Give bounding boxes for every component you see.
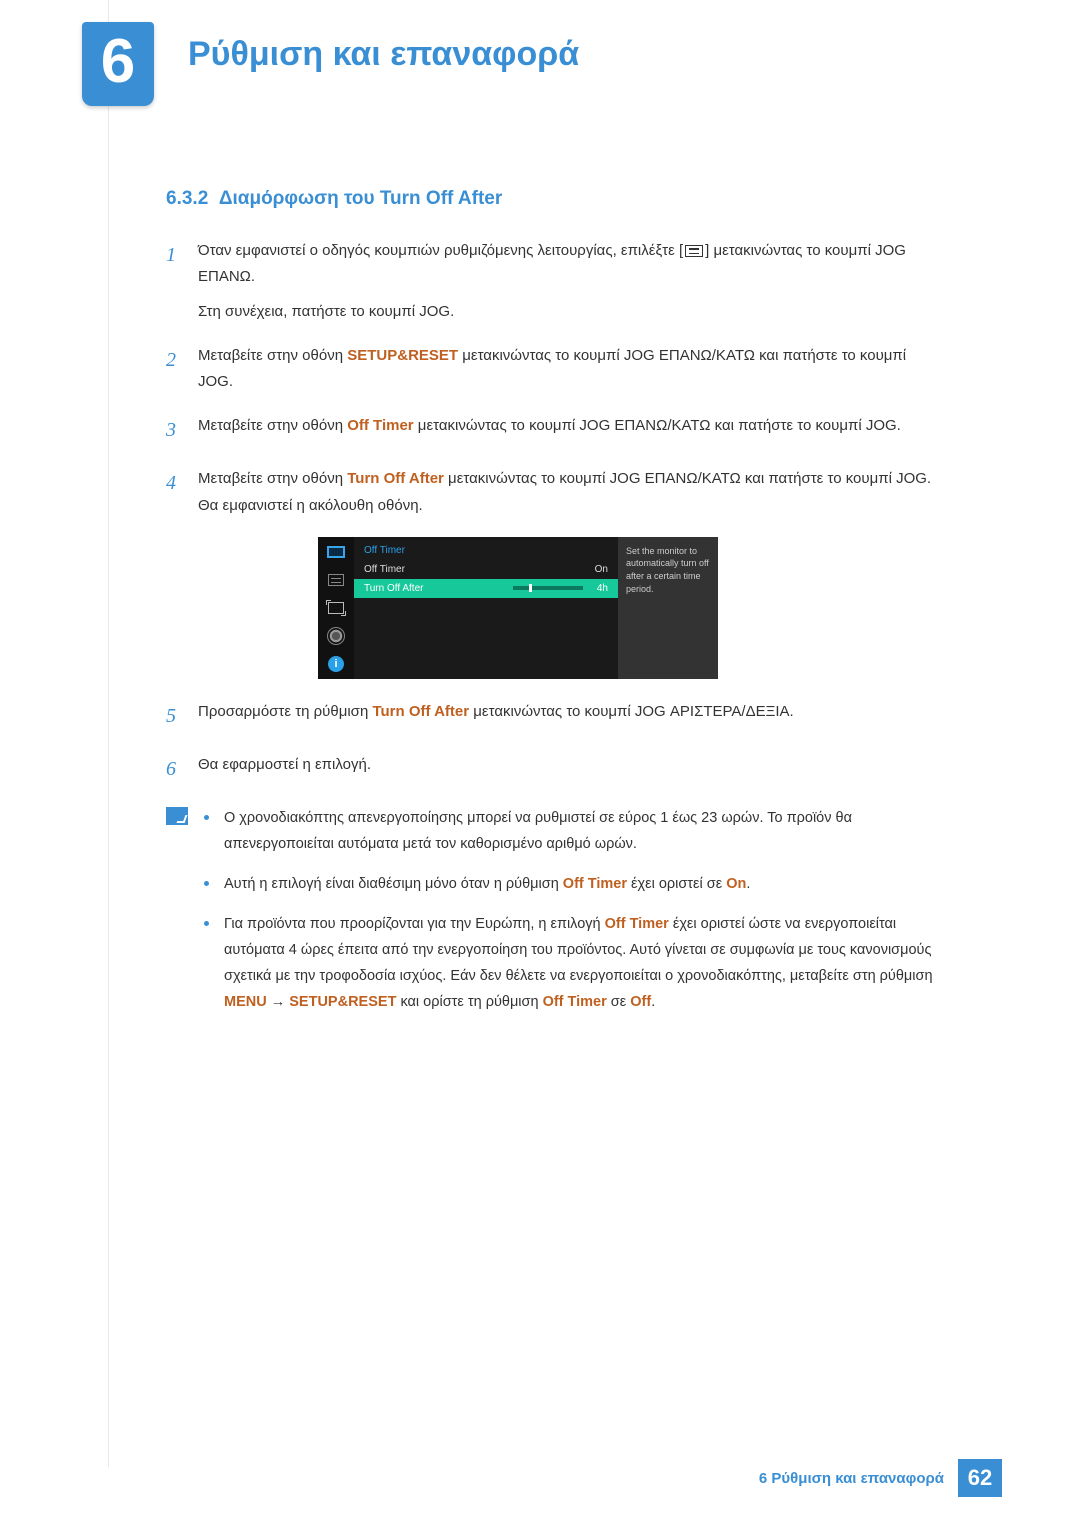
osd-nav-list-icon <box>325 571 347 589</box>
step-2: 2 Μεταβείτε στην οθόνη SETUP&RESET μετακ… <box>166 343 936 396</box>
note-block: Ο χρονοδιακόπτης απενεργοποίησης μπορεί … <box>166 805 936 1030</box>
note-item: Για προϊόντα που προορίζονται για την Ευ… <box>202 911 936 1015</box>
osd-row-value: 4h <box>513 583 608 594</box>
step-body: Θα εφαρμοστεί η επιλογή. <box>198 752 936 787</box>
osd-nav-gear-icon <box>325 627 347 645</box>
note-icon <box>166 807 188 825</box>
osd-preview: i Off Timer Off Timer On Turn Off After … <box>318 537 718 679</box>
chapter-number-badge: 6 <box>82 22 154 106</box>
left-margin-rule <box>108 0 109 1467</box>
note-item: Αυτή η επιλογή είναι διαθέσιμη μόνο όταν… <box>202 871 936 897</box>
osd-menu-title: Off Timer <box>354 541 618 560</box>
osd-nav: i <box>318 537 354 679</box>
note-list: Ο χρονοδιακόπτης απενεργοποίησης μπορεί … <box>202 805 936 1030</box>
step-body: Μεταβείτε στην οθόνη Off Timer μετακινών… <box>198 413 936 448</box>
osd-row-label: Off Timer <box>364 564 405 575</box>
step-number: 1 <box>166 238 198 325</box>
menu-icon <box>685 245 703 257</box>
osd-slider <box>513 586 583 590</box>
page-footer: 6 Ρύθμιση και επαναφορά 62 <box>759 1459 1002 1497</box>
step-number: 3 <box>166 413 198 448</box>
step-body: Προσαρμόστε τη ρύθμιση Turn Off After με… <box>198 699 936 734</box>
osd-main: Off Timer Off Timer On Turn Off After 4h… <box>354 537 718 679</box>
section-number: 6.3.2 <box>166 188 208 209</box>
step-4: 4 Μεταβείτε στην οθόνη Turn Off After με… <box>166 466 936 519</box>
osd-nav-picture-icon <box>325 543 347 561</box>
step-body: Όταν εμφανιστεί ο οδηγός κουμπιών ρυθμιζ… <box>198 238 936 325</box>
osd-nav-size-icon <box>325 599 347 617</box>
step-body: Μεταβείτε στην οθόνη Turn Off After μετα… <box>198 466 936 519</box>
page-number: 62 <box>958 1459 1002 1497</box>
section-heading: 6.3.2 Διαμόρφωση του Turn Off After <box>166 188 936 210</box>
step-5: 5 Προσαρμόστε τη ρύθμιση Turn Off After … <box>166 699 936 734</box>
osd-row-value: On <box>595 564 608 575</box>
content-area: 6.3.2 Διαμόρφωση του Turn Off After 1 Ότ… <box>166 188 936 1029</box>
step-number: 5 <box>166 699 198 734</box>
osd-row-turn-off-after: Turn Off After 4h <box>354 579 618 598</box>
osd-list: Off Timer Off Timer On Turn Off After 4h <box>354 537 618 679</box>
osd-nav-info-icon: i <box>325 655 347 673</box>
step-number: 6 <box>166 752 198 787</box>
step-6: 6 Θα εφαρμοστεί η επιλογή. <box>166 752 936 787</box>
footer-chapter-label: 6 Ρύθμιση και επαναφορά <box>759 1470 944 1487</box>
step-number: 4 <box>166 466 198 519</box>
chapter-title: Ρύθμιση και επαναφορά <box>188 35 579 74</box>
step-1: 1 Όταν εμφανιστεί ο οδηγός κουμπιών ρυθμ… <box>166 238 936 325</box>
osd-row-label: Turn Off After <box>364 583 423 594</box>
osd-help-text: Set the monitor to automatically turn of… <box>618 537 718 679</box>
step-body: Μεταβείτε στην οθόνη SETUP&RESET μετακιν… <box>198 343 936 396</box>
section-title: Διαμόρφωση του Turn Off After <box>219 188 502 209</box>
step-number: 2 <box>166 343 198 396</box>
note-item: Ο χρονοδιακόπτης απενεργοποίησης μπορεί … <box>202 805 936 857</box>
step-3: 3 Μεταβείτε στην οθόνη Off Timer μετακιν… <box>166 413 936 448</box>
osd-row-off-timer: Off Timer On <box>354 560 618 579</box>
